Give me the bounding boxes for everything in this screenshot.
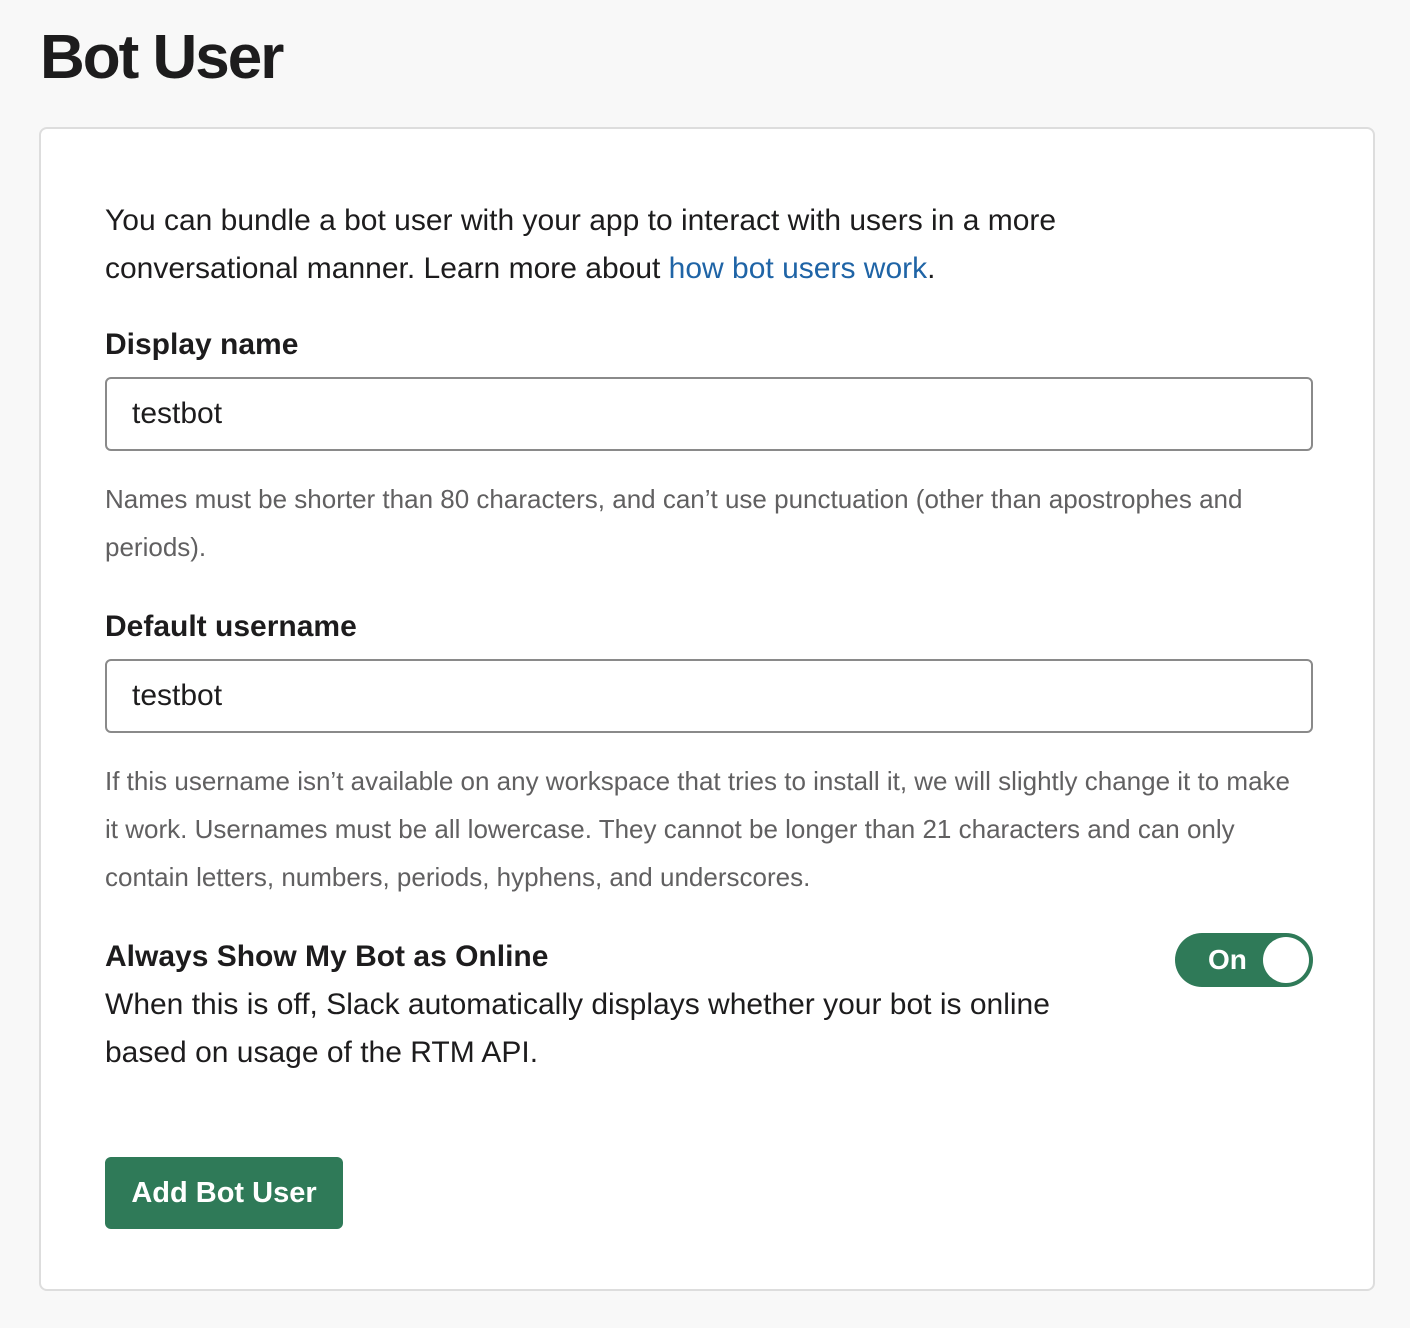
default-username-input[interactable] — [105, 659, 1313, 733]
page-title: Bot User — [40, 23, 284, 92]
default-username-hint: If this username isn’t available on any … — [105, 766, 1290, 892]
add-bot-user-button[interactable]: Add Bot User — [105, 1157, 343, 1229]
toggle-state-label: On — [1208, 944, 1247, 975]
always-online-title: Always Show My Bot as Online — [105, 940, 549, 973]
display-name-input[interactable] — [105, 377, 1313, 451]
bot-user-card: You can bundle a bot user with your app … — [39, 127, 1375, 1291]
always-online-description: When this is off, Slack automatically di… — [105, 988, 1050, 1069]
toggle-knob — [1263, 937, 1309, 983]
bot-users-help-link[interactable]: how bot users work — [669, 252, 927, 285]
default-username-label: Default username — [105, 610, 357, 643]
always-online-toggle[interactable]: On — [1175, 933, 1313, 987]
intro-text: You can bundle a bot user with your app … — [105, 197, 1205, 293]
display-name-hint: Names must be shorter than 80 characters… — [105, 484, 1243, 562]
display-name-label: Display name — [105, 328, 299, 361]
intro-suffix: . — [927, 252, 936, 285]
